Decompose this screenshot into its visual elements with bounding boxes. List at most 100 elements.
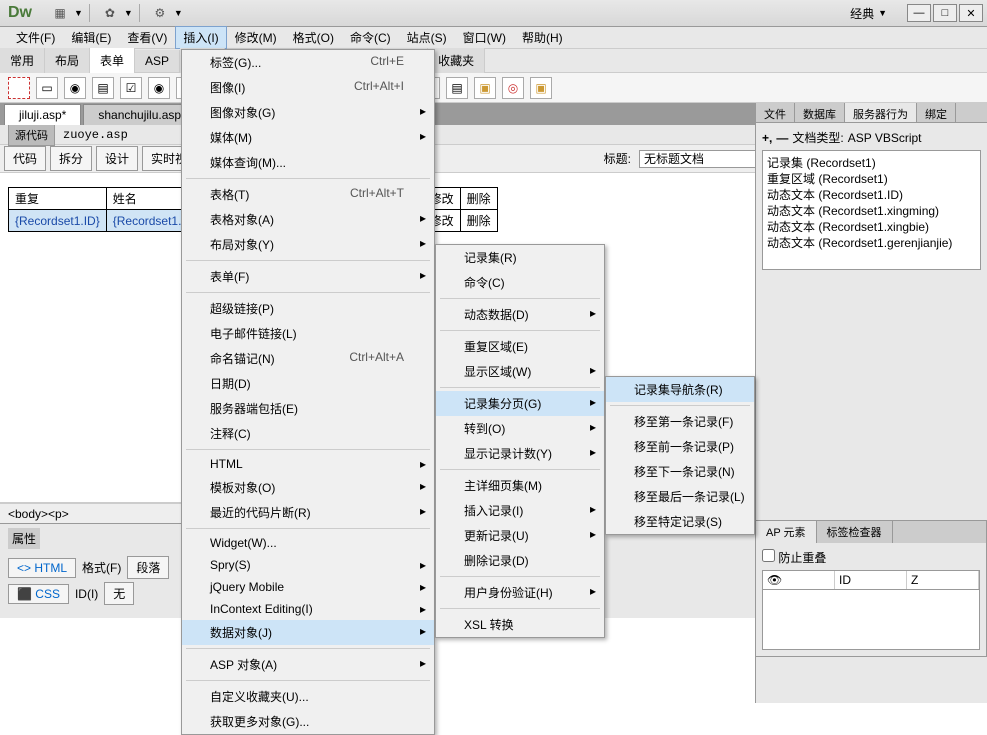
- menu-item[interactable]: 记录集分页(G)▸: [436, 391, 604, 416]
- add-button[interactable]: +,: [762, 131, 772, 145]
- menu-item[interactable]: 修改(M): [227, 26, 285, 49]
- code-view-button[interactable]: 代码: [4, 146, 46, 171]
- related-file[interactable]: zuoye.asp: [63, 128, 128, 142]
- menu-item[interactable]: 删除记录(D): [436, 548, 604, 573]
- spry-text-icon[interactable]: ▤: [446, 77, 468, 99]
- text-field-icon[interactable]: ▭: [36, 77, 58, 99]
- menu-item[interactable]: 格式(O): [285, 26, 342, 49]
- menu-item[interactable]: 记录集(R): [436, 245, 604, 270]
- insert-category-tab[interactable]: 收藏夹: [428, 48, 485, 73]
- menu-item[interactable]: 编辑(E): [63, 26, 119, 49]
- design-view-button[interactable]: 设计: [96, 146, 138, 171]
- list-item[interactable]: 记录集 (Recordset1): [767, 155, 976, 171]
- dropdown-arrow-icon[interactable]: ▼: [74, 8, 83, 18]
- menu-item[interactable]: 日期(D): [182, 371, 434, 396]
- menu-item[interactable]: HTML▸: [182, 453, 434, 475]
- doc-tab[interactable]: shanchujilu.asp: [83, 104, 196, 125]
- menu-item[interactable]: 窗口(W): [455, 26, 514, 49]
- menu-item[interactable]: Spry(S)▸: [182, 554, 434, 576]
- menu-item[interactable]: 媒体(M)▸: [182, 125, 434, 150]
- insert-category-tab[interactable]: 布局: [45, 48, 90, 73]
- eye-icon[interactable]: 👁: [763, 571, 835, 589]
- maximize-button[interactable]: □: [933, 4, 957, 22]
- cell[interactable]: 重复: [9, 188, 107, 210]
- menu-item[interactable]: 数据对象(J)▸: [182, 620, 434, 645]
- menu-item[interactable]: 标签(G)...Ctrl+E: [182, 50, 434, 75]
- list-item[interactable]: 动态文本 (Recordset1.xingbie): [767, 219, 976, 235]
- split-view-button[interactable]: 拆分: [50, 146, 92, 171]
- menu-item[interactable]: 记录集导航条(R): [606, 377, 754, 402]
- menu-item[interactable]: 移至第一条记录(F): [606, 409, 754, 434]
- list-item[interactable]: 动态文本 (Recordset1.xingming): [767, 203, 976, 219]
- menu-item[interactable]: 插入(I): [175, 26, 226, 49]
- dropdown-arrow-icon[interactable]: ▼: [174, 8, 183, 18]
- menu-item[interactable]: 移至下一条记录(N): [606, 459, 754, 484]
- menu-item[interactable]: 移至特定记录(S): [606, 509, 754, 534]
- menu-item[interactable]: 超级链接(P): [182, 296, 434, 321]
- hidden-field-icon[interactable]: ◉: [64, 77, 86, 99]
- menu-item[interactable]: InContext Editing(I)▸: [182, 598, 434, 620]
- layout-icon[interactable]: ▦: [50, 3, 70, 23]
- spry-select-icon[interactable]: ▣: [474, 77, 496, 99]
- textarea-icon[interactable]: ▤: [92, 77, 114, 99]
- spry-radio-icon[interactable]: ▣: [530, 77, 552, 99]
- menu-item[interactable]: 转到(O)▸: [436, 416, 604, 441]
- insert-category-tab[interactable]: 常用: [0, 48, 45, 73]
- cell[interactable]: 删除: [460, 188, 497, 210]
- menu-item[interactable]: jQuery Mobile▸: [182, 576, 434, 598]
- menu-item[interactable]: 模板对象(O)▸: [182, 475, 434, 500]
- panel-tab-files[interactable]: 文件: [756, 103, 795, 122]
- radio-icon[interactable]: ◉: [148, 77, 170, 99]
- panel-tab-bindings[interactable]: 绑定: [917, 103, 956, 122]
- format-select[interactable]: 段落: [127, 556, 169, 579]
- menu-item[interactable]: 命令(C): [436, 270, 604, 295]
- ap-elements-tab[interactable]: AP 元素: [756, 521, 817, 543]
- menu-item[interactable]: 用户身份验证(H)▸: [436, 580, 604, 605]
- checkbox-icon[interactable]: ☑: [120, 77, 142, 99]
- source-code-tab[interactable]: 源代码: [8, 124, 55, 146]
- menu-item[interactable]: 注释(C): [182, 421, 434, 446]
- workspace-switcher[interactable]: 经典 ▼: [850, 5, 887, 22]
- menu-item[interactable]: 显示记录计数(Y)▸: [436, 441, 604, 466]
- menu-item[interactable]: 命名锚记(N)Ctrl+Alt+A: [182, 346, 434, 371]
- menu-item[interactable]: 最近的代码片断(R)▸: [182, 500, 434, 525]
- menu-item[interactable]: 文件(F): [8, 26, 63, 49]
- menu-item[interactable]: 重复区域(E): [436, 334, 604, 359]
- list-item[interactable]: 重复区域 (Recordset1): [767, 171, 976, 187]
- menu-item[interactable]: 插入记录(I)▸: [436, 498, 604, 523]
- css-tab[interactable]: ⬛ CSS: [8, 584, 69, 604]
- menu-item[interactable]: 媒体查询(M)...: [182, 150, 434, 175]
- menu-item[interactable]: 图像(I)Ctrl+Alt+I: [182, 75, 434, 100]
- menu-item[interactable]: 表单(F)▸: [182, 264, 434, 289]
- dynamic-cell[interactable]: {Recordset1.ID}: [9, 210, 107, 232]
- html-tab[interactable]: <> HTML: [8, 558, 76, 578]
- spry-checkbox-icon[interactable]: ◎: [502, 77, 524, 99]
- server-behaviors-list[interactable]: 记录集 (Recordset1)重复区域 (Recordset1) 动态文本 (R…: [762, 150, 981, 270]
- id-select[interactable]: 无: [104, 582, 134, 605]
- menu-item[interactable]: 动态数据(D)▸: [436, 302, 604, 327]
- menu-item[interactable]: 站点(S): [399, 26, 455, 49]
- menu-item[interactable]: 图像对象(G)▸: [182, 100, 434, 125]
- insert-category-tab[interactable]: ASP: [135, 50, 180, 72]
- menu-item[interactable]: 移至最后一条记录(L): [606, 484, 754, 509]
- insert-category-tab[interactable]: 表单: [90, 48, 135, 73]
- menu-item[interactable]: 帮助(H): [514, 26, 571, 49]
- menu-item[interactable]: Widget(W)...: [182, 532, 434, 554]
- menu-item[interactable]: 布局对象(Y)▸: [182, 232, 434, 257]
- minimize-button[interactable]: —: [907, 4, 931, 22]
- doc-tab[interactable]: jiluji.asp*: [4, 104, 81, 125]
- remove-button[interactable]: —: [776, 131, 788, 145]
- tag-inspector-tab[interactable]: 标签检查器: [817, 521, 893, 543]
- prevent-overlap-checkbox[interactable]: 防止重叠: [762, 551, 826, 565]
- list-item[interactable]: 动态文本 (Recordset1.gerenjianjie): [767, 235, 976, 251]
- site-icon[interactable]: ⚙: [150, 3, 170, 23]
- menu-item[interactable]: 主详细页集(M): [436, 473, 604, 498]
- panel-tab-server-behaviors[interactable]: 服务器行为: [845, 103, 917, 122]
- tag-selector[interactable]: <body><p>: [8, 507, 69, 521]
- dropdown-arrow-icon[interactable]: ▼: [124, 8, 133, 18]
- menu-item[interactable]: 移至前一条记录(P): [606, 434, 754, 459]
- menu-item[interactable]: 电子邮件链接(L): [182, 321, 434, 346]
- menu-item[interactable]: 服务器端包括(E): [182, 396, 434, 421]
- menu-item[interactable]: 获取更多对象(G)...: [182, 709, 434, 734]
- menu-item[interactable]: 查看(V): [119, 26, 175, 49]
